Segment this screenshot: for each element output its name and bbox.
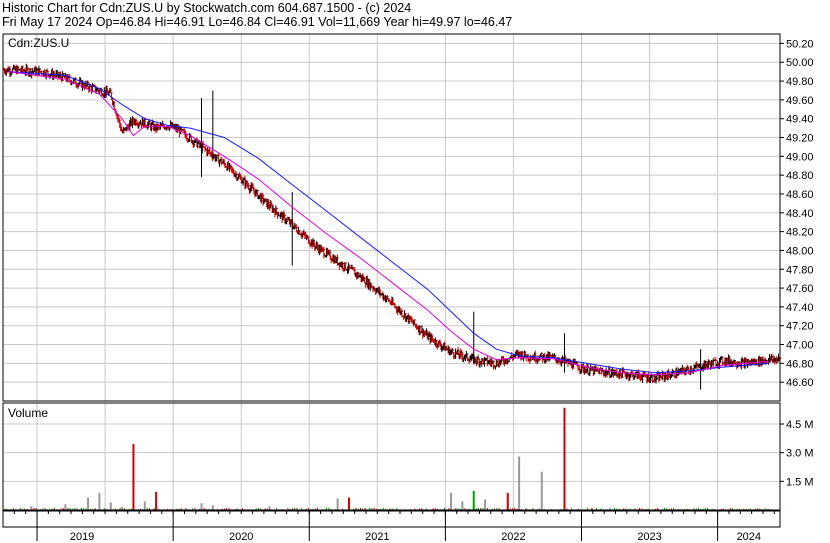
volume-bar <box>268 506 271 510</box>
price-tick-label: 49.40 <box>786 114 814 126</box>
price-tick-label: 48.40 <box>786 208 814 220</box>
moving-averages <box>8 71 769 376</box>
price-bars <box>3 63 782 390</box>
price-tick-label: 46.60 <box>786 377 814 389</box>
year-label: 2023 <box>637 531 661 543</box>
year-label: 2019 <box>70 531 94 543</box>
price-tick-label: 48.60 <box>786 189 814 201</box>
price-tick-label: 49.80 <box>786 76 814 88</box>
grid <box>3 34 780 510</box>
chart-stats: Fri May 17 2024 Op=46.84 Hi=46.91 Lo=46.… <box>2 15 513 29</box>
price-tick-label: 49.00 <box>786 151 814 163</box>
volume-axis: 4.5 M 3.0 M 1.5 M <box>780 419 814 488</box>
volume-bar <box>506 492 509 510</box>
volume-bar <box>98 492 101 510</box>
time-axis-frame <box>2 510 781 528</box>
volume-bar <box>563 407 566 510</box>
price-tick-label: 49.60 <box>786 95 814 107</box>
price-tick-label: 47.20 <box>786 321 814 333</box>
price-tick-label: 50.20 <box>786 38 814 50</box>
volume-bar <box>109 502 112 510</box>
volume-bar <box>518 456 521 510</box>
year-label: 2022 <box>501 531 525 543</box>
volume-bar <box>211 505 214 510</box>
moving-average-short <box>8 71 769 376</box>
volume-bar <box>200 503 203 510</box>
chart-title: Historic Chart for Cdn:ZUS.U by Stockwat… <box>2 1 412 15</box>
volume-bars <box>3 407 779 510</box>
volume-bar <box>30 506 33 510</box>
price-axis: 50.20 50.00 49.80 49.60 49.40 49.20 49.00 48.80… <box>780 38 814 389</box>
price-tick-label: 47.60 <box>786 283 814 295</box>
volume-bar <box>132 444 135 510</box>
volume-bar <box>450 492 453 510</box>
price-tick-label: 48.00 <box>786 245 814 257</box>
volume-bar <box>64 504 67 510</box>
volume-panel-frame <box>2 402 781 511</box>
price-tick-label: 49.20 <box>786 133 814 145</box>
price-tick-label: 47.80 <box>786 264 814 276</box>
volume-bar <box>472 490 475 510</box>
volume-bar <box>155 491 158 510</box>
price-tick-label: 48.20 <box>786 227 814 239</box>
price-tick-label: 50.00 <box>786 57 814 69</box>
price-tick-label: 48.80 <box>786 170 814 182</box>
year-label: 2021 <box>365 531 389 543</box>
price-tick-label: 47.00 <box>786 340 814 352</box>
volume-bar <box>143 501 146 510</box>
volume-bar <box>336 498 339 510</box>
volume-bar <box>461 501 464 510</box>
volume-bar <box>540 471 543 510</box>
volume-tick-label: 4.5 M <box>786 419 814 431</box>
stock-chart: 50.20 50.00 49.80 49.60 49.40 49.20 49.00 48.80… <box>2 33 814 543</box>
volume-tick-label: 1.5 M <box>786 476 814 488</box>
year-label: 2020 <box>229 531 253 543</box>
volume-tick-label: 3.0 M <box>786 448 814 460</box>
volume-bar <box>87 497 90 510</box>
moving-average-long <box>8 71 769 374</box>
price-tick-label: 47.40 <box>786 302 814 314</box>
volume-bar <box>484 499 487 510</box>
price-panel-label: Cdn:ZUS.U <box>8 36 70 50</box>
volume-bar <box>347 497 350 510</box>
volume-panel-label: Volume <box>8 406 49 420</box>
price-panel-frame <box>2 33 781 402</box>
price-tick-label: 46.80 <box>786 358 814 370</box>
year-label: 2024 <box>737 531 761 543</box>
